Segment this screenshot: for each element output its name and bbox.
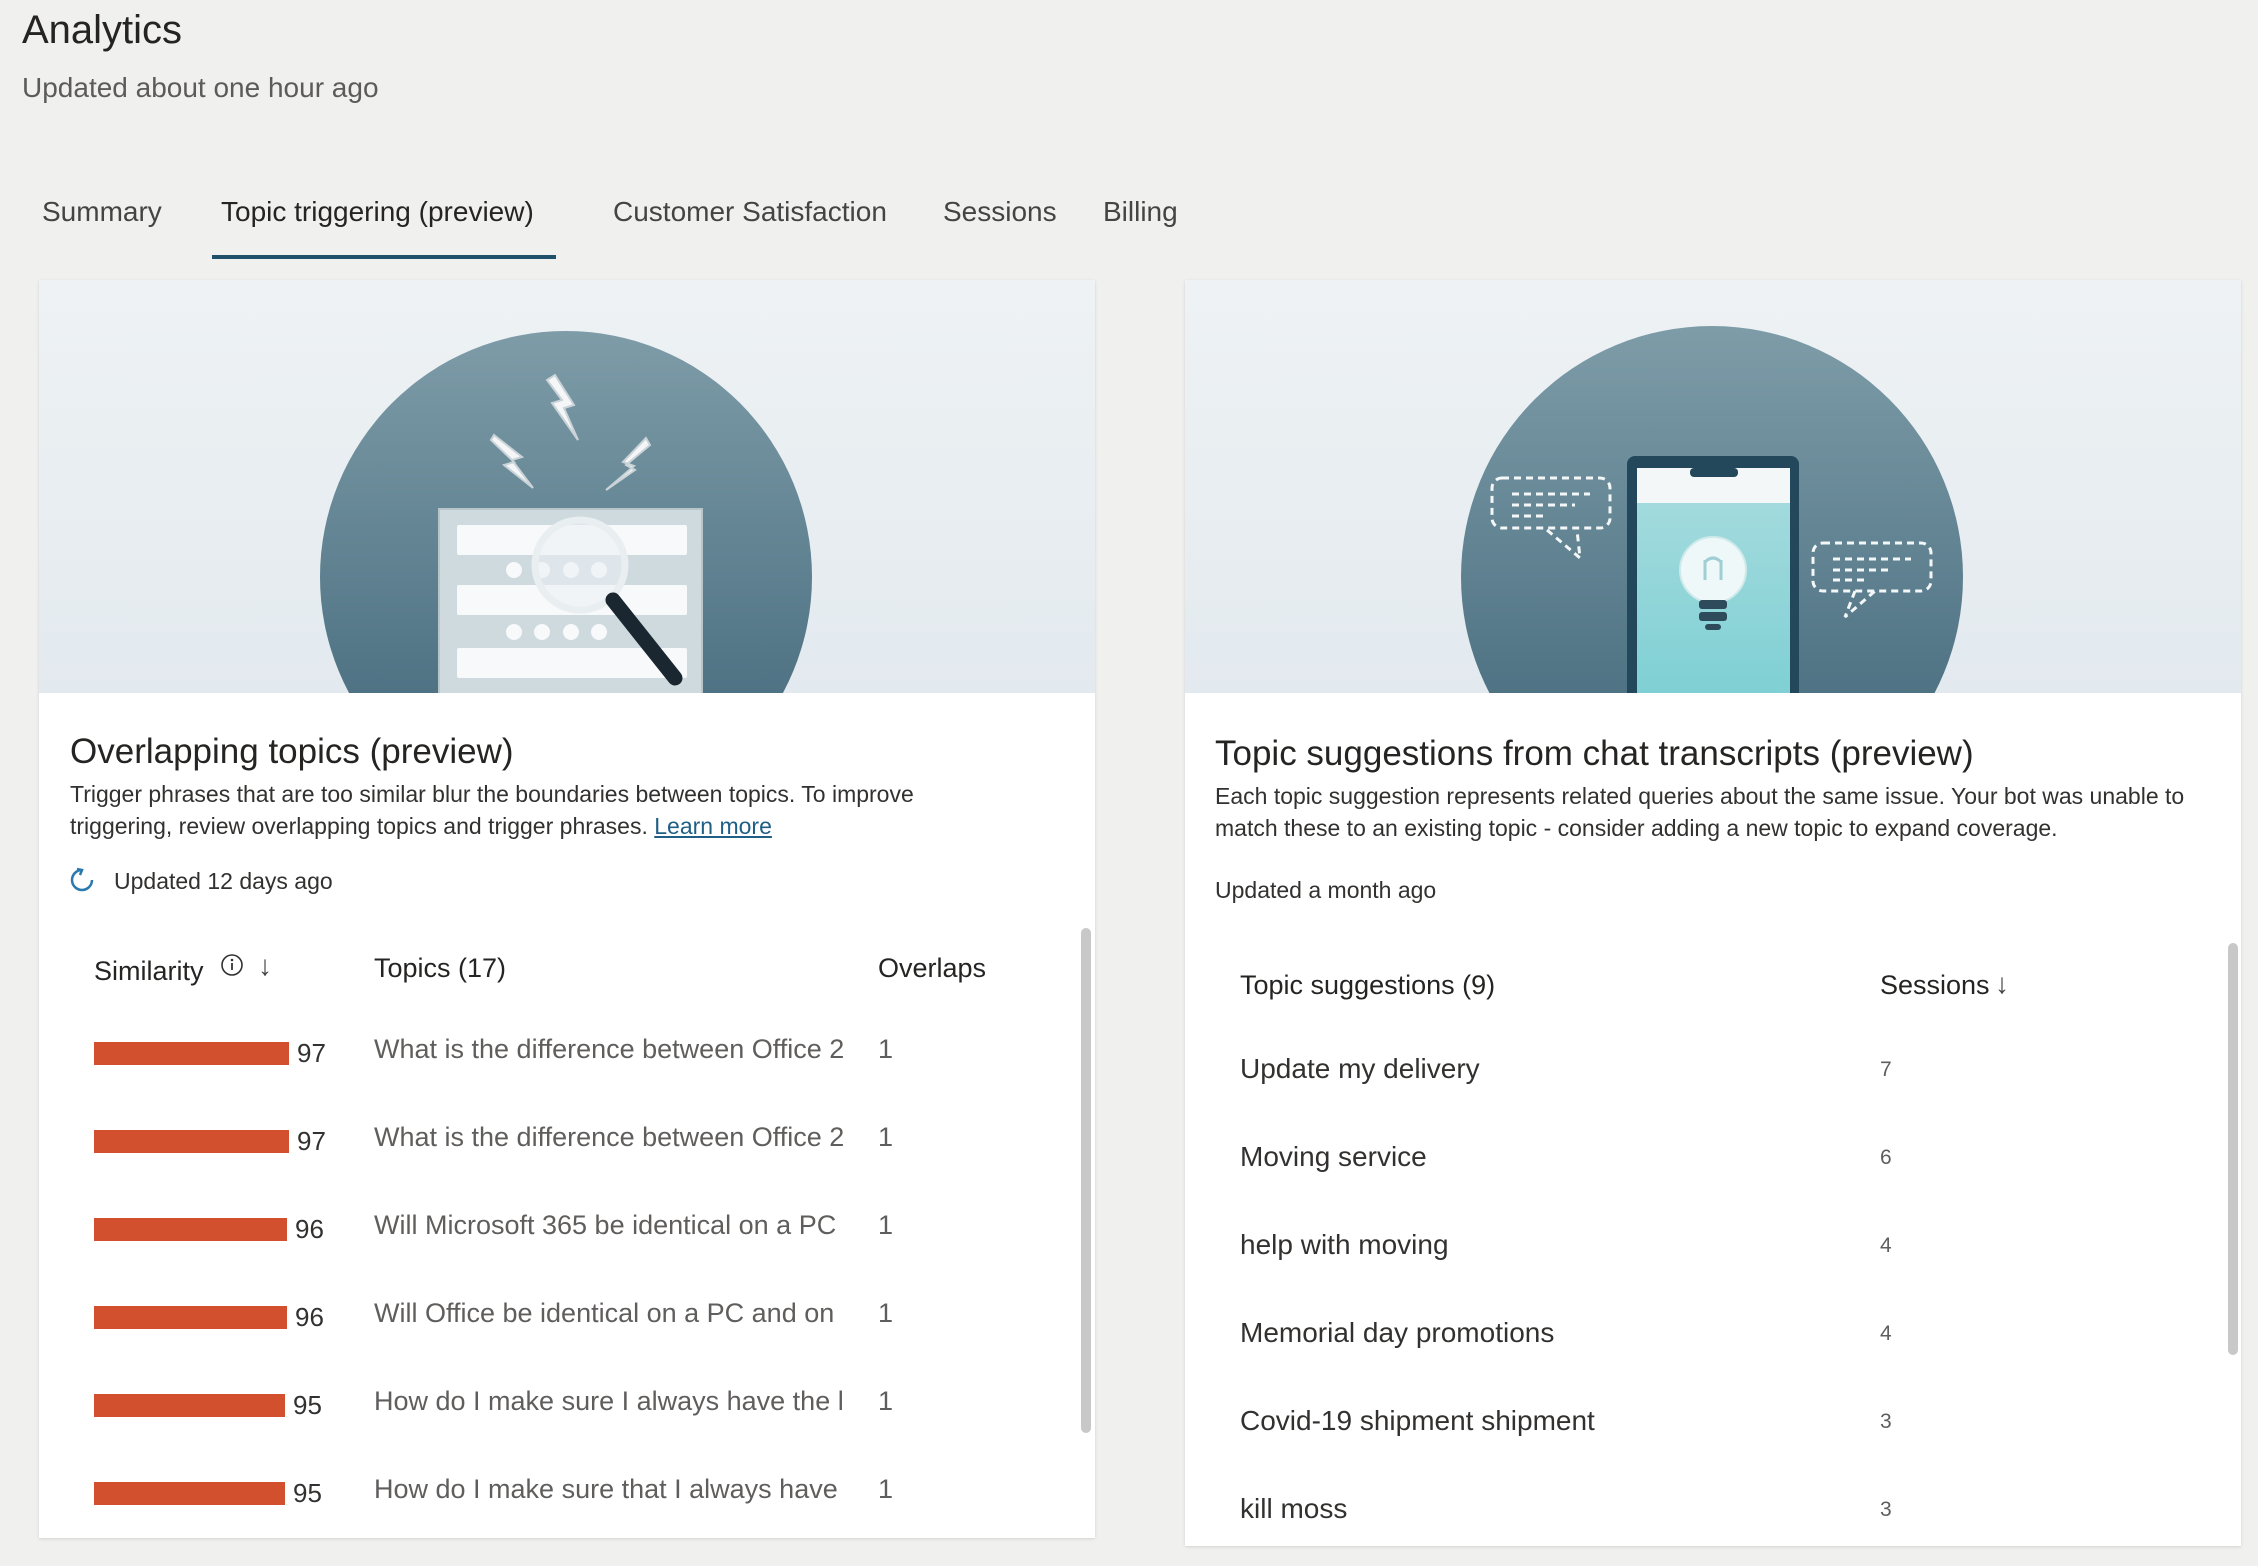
- info-icon[interactable]: [220, 953, 244, 977]
- similarity-score: 95: [293, 1390, 322, 1420]
- similarity-bar: [94, 1482, 285, 1505]
- overlaps-column-header[interactable]: Overlaps: [878, 953, 986, 984]
- table-row[interactable]: 97 What is the difference between Office…: [39, 1122, 1095, 1190]
- sort-arrow-down-icon[interactable]: ↓: [1995, 968, 2009, 1000]
- refresh-icon: [70, 867, 94, 892]
- topic-name[interactable]: How do I make sure that I always have: [374, 1474, 894, 1505]
- topic-suggestion-name[interactable]: Memorial day promotions: [1240, 1317, 1554, 1349]
- topic-suggestion-name[interactable]: Moving service: [1240, 1141, 1427, 1173]
- table-row[interactable]: 95 How do I make sure that I always have…: [39, 1474, 1095, 1538]
- table-row[interactable]: 96 Will Office be identical on a PC and …: [39, 1298, 1095, 1366]
- topic-suggestions-title: Topic suggestions from chat transcripts …: [1215, 734, 1974, 773]
- similarity-bar: [94, 1218, 287, 1241]
- table-row[interactable]: 97 What is the difference between Office…: [39, 1034, 1095, 1102]
- tab-topic-triggering[interactable]: Topic triggering (preview): [221, 196, 534, 228]
- overlapping-topics-title: Overlapping topics (preview): [70, 732, 514, 771]
- topics-column-header[interactable]: Topics (17): [374, 953, 506, 984]
- suggestions-list-scrollbar[interactable]: [2228, 943, 2238, 1355]
- sort-arrow-down-icon[interactable]: ↓: [258, 950, 272, 982]
- session-count: 7: [1880, 1058, 1892, 1081]
- topic-suggestions-description: Each topic suggestion represents related…: [1215, 783, 2185, 841]
- overlap-count: 1: [878, 1034, 894, 1064]
- overlapping-topics-illustration: [39, 280, 1095, 693]
- session-count: 4: [1880, 1322, 1892, 1345]
- similarity-bar: [94, 1042, 289, 1065]
- similarity-score: 97: [297, 1126, 326, 1156]
- session-count: 3: [1880, 1498, 1892, 1521]
- active-tab-indicator: [212, 255, 556, 259]
- suggestions-updated-text: Updated a month ago: [1215, 877, 1437, 903]
- topic-suggestion-name[interactable]: Update my delivery: [1240, 1053, 1480, 1085]
- session-count: 4: [1880, 1234, 1892, 1257]
- similarity-score: 97: [297, 1038, 326, 1068]
- page-title: Analytics: [22, 8, 183, 52]
- topic-suggestions-column-header[interactable]: Topic suggestions (9): [1240, 970, 1495, 1001]
- tab-summary[interactable]: Summary: [42, 196, 162, 228]
- similarity-bar: [94, 1306, 287, 1329]
- table-row[interactable]: 95 How do I make sure I always have the …: [39, 1386, 1095, 1454]
- topic-suggestions-illustration: [1185, 280, 2241, 693]
- topic-suggestion-name[interactable]: Covid-19 shipment shipment: [1240, 1405, 1595, 1437]
- overlapping-topics-card: Overlapping topics (preview) Trigger phr…: [39, 280, 1095, 1538]
- topic-name[interactable]: How do I make sure I always have the l: [374, 1386, 894, 1417]
- similarity-bar: [94, 1394, 285, 1417]
- similarity-score: 95: [293, 1478, 322, 1508]
- tab-customer-satisfaction[interactable]: Customer Satisfaction: [613, 196, 887, 228]
- overlapping-topics-description: Trigger phrases that are too similar blu…: [70, 781, 914, 839]
- learn-more-link[interactable]: Learn more: [654, 813, 772, 839]
- overlap-count: 1: [878, 1210, 894, 1240]
- topic-suggestion-name[interactable]: kill moss: [1240, 1493, 1347, 1525]
- tab-billing[interactable]: Billing: [1103, 196, 1178, 228]
- overlapping-updated-text: Updated 12 days ago: [114, 868, 333, 894]
- topic-suggestion-name[interactable]: help with moving: [1240, 1229, 1449, 1261]
- sessions-column-header[interactable]: Sessions: [1880, 970, 1990, 1001]
- session-count: 3: [1880, 1410, 1892, 1433]
- similarity-score: 96: [295, 1214, 324, 1244]
- session-count: 6: [1880, 1146, 1892, 1169]
- table-row[interactable]: 96 Will Microsoft 365 be identical on a …: [39, 1210, 1095, 1278]
- topic-suggestions-card: Topic suggestions from chat transcripts …: [1185, 280, 2241, 1546]
- topic-name[interactable]: What is the difference between Office 2: [374, 1034, 894, 1065]
- tab-sessions[interactable]: Sessions: [943, 196, 1057, 228]
- topic-name[interactable]: What is the difference between Office 2: [374, 1122, 894, 1153]
- overlap-count: 1: [878, 1386, 894, 1416]
- similarity-column-header[interactable]: Similarity: [94, 956, 204, 987]
- page-subtitle: Updated about one hour ago: [22, 72, 379, 103]
- similarity-score: 96: [295, 1302, 324, 1332]
- topic-name[interactable]: Will Microsoft 365 be identical on a PC: [374, 1210, 894, 1241]
- overlap-count: 1: [878, 1122, 894, 1152]
- topic-name[interactable]: Will Office be identical on a PC and on: [374, 1298, 894, 1329]
- overlap-count: 1: [878, 1298, 894, 1328]
- overlap-count: 1: [878, 1474, 894, 1504]
- similarity-bar: [94, 1130, 289, 1153]
- overlapping-table-scrollbar[interactable]: [1081, 928, 1091, 1433]
